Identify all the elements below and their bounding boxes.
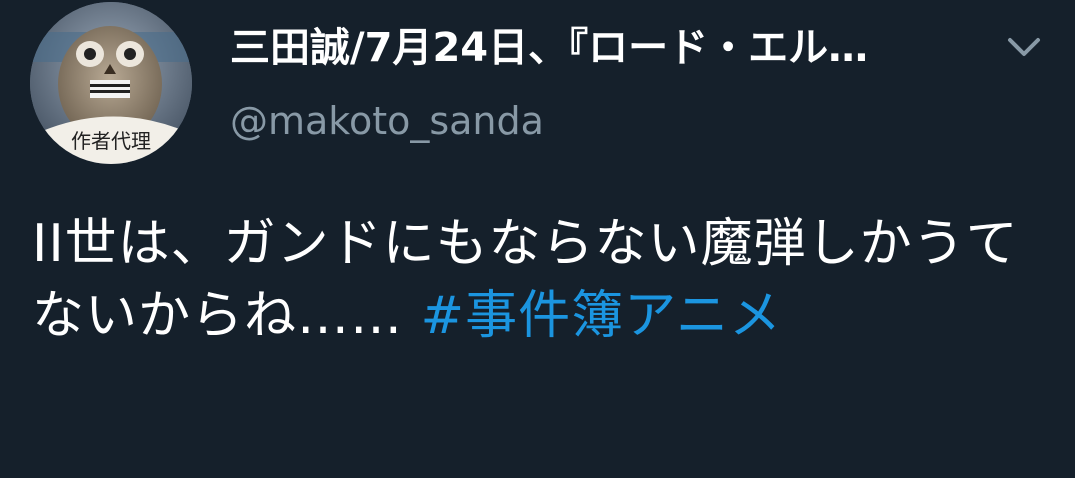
chevron-down-icon[interactable]: [1000, 28, 1048, 68]
tweet-card: 作者代理 三田誠/7月24日、『ロード・エル… @makoto_sanda II…: [0, 0, 1075, 478]
avatar[interactable]: 作者代理: [30, 2, 192, 164]
tweet-text: II世は、ガンドにもならない魔弾しかうてないからね…… #事件簿アニメ: [32, 208, 1042, 352]
display-name[interactable]: 三田誠/7月24日、『ロード・エル…: [230, 22, 950, 74]
avatar-caption: 作者代理: [71, 129, 151, 153]
user-handle[interactable]: @makoto_sanda: [230, 96, 544, 146]
owl-avatar-image: 作者代理: [30, 2, 192, 164]
hashtag-link[interactable]: #事件簿アニメ: [421, 286, 783, 346]
